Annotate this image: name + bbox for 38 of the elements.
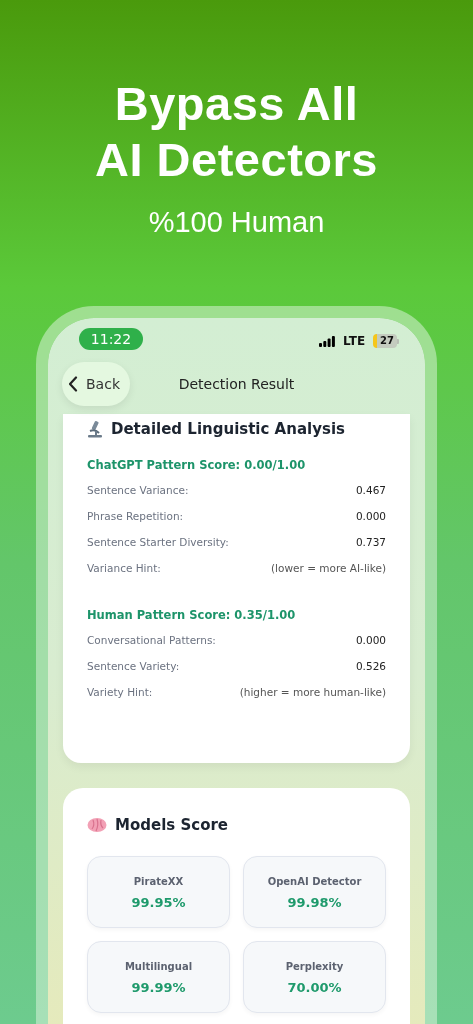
back-chevron-icon — [68, 376, 78, 392]
metric-value: 0.467 — [355, 482, 386, 498]
card-title: Models Score — [115, 815, 228, 836]
model-score: 99.99% — [130, 978, 187, 997]
back-button[interactable]: Back — [62, 362, 130, 406]
battery-icon: 27 — [373, 334, 399, 348]
model-name: OpenAI Detector — [266, 874, 363, 889]
metric-label: Sentence Variety: — [87, 659, 180, 674]
card-title: Detailed Linguistic Analysis — [111, 419, 345, 440]
headline: Bypass All — [114, 77, 359, 130]
metric-value: 0.737 — [355, 534, 386, 550]
metric-label: Variety Hint: — [87, 685, 153, 700]
metric-label: Variance Hint: — [87, 560, 161, 576]
model-name: Perplexity — [284, 959, 345, 974]
metric-label: Sentence Variance: — [87, 482, 189, 498]
model-score: 99.95% — [130, 893, 187, 912]
hint-text: (lower = more AI-like) — [271, 560, 386, 576]
model-name: Multilingual — [123, 959, 194, 974]
metric-value: 0.526 — [355, 659, 386, 674]
metric-value: 0.000 — [355, 508, 386, 524]
model-score: 70.00% — [286, 978, 343, 997]
model-name: PirateXX — [132, 874, 185, 889]
metric-label: Conversational Patterns: — [87, 633, 216, 648]
brain-icon — [87, 817, 107, 834]
status-time: 11:22 — [79, 328, 143, 350]
headline: AI Detectors — [95, 133, 378, 186]
signal-icon — [319, 335, 336, 347]
model-score: 99.98% — [286, 893, 343, 912]
metric-label: Phrase Repetition: — [87, 508, 184, 524]
metric-label: Sentence Starter Diversity: — [87, 534, 229, 550]
hint-text: (higher = more human-like) — [239, 685, 386, 700]
section-heading: Human Pattern Score: 0.35/1.00 — [87, 606, 297, 624]
subtitle: %100 Human — [148, 205, 325, 240]
metric-value: 0.000 — [355, 633, 386, 648]
screen-title: Detection Result — [178, 376, 295, 392]
section-heading: ChatGPT Pattern Score: 0.00/1.00 — [87, 456, 307, 474]
microscope-icon — [87, 420, 103, 439]
network-label: LTE — [343, 333, 366, 350]
